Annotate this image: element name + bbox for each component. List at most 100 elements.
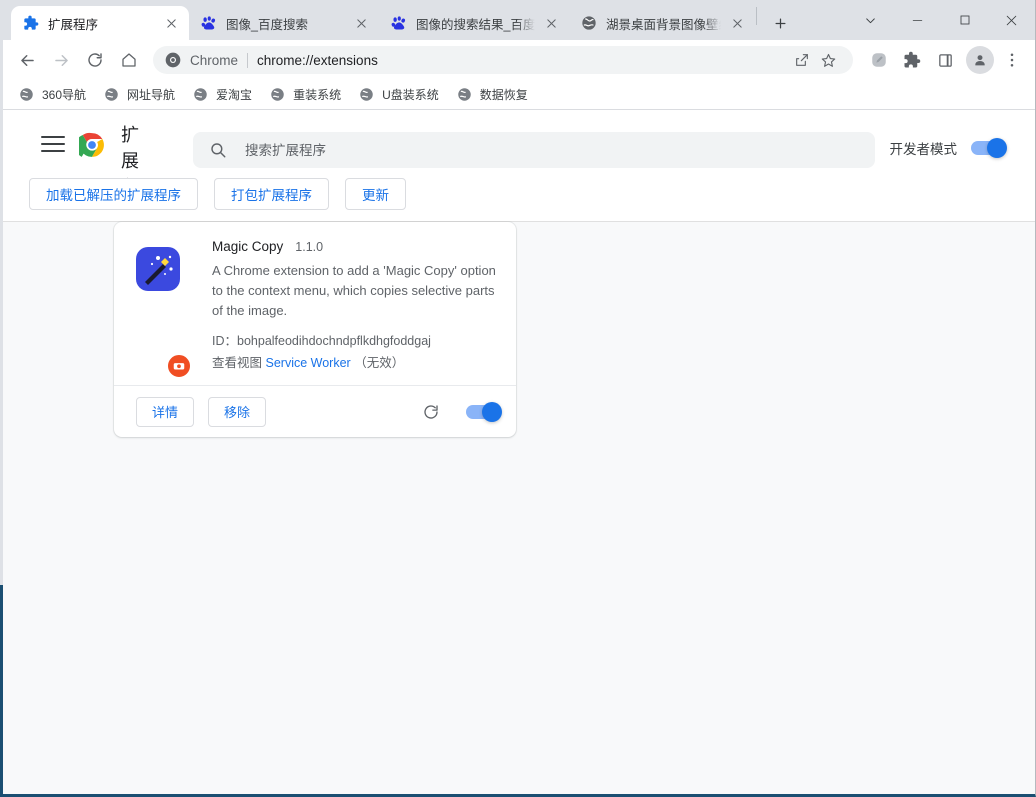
frame-left-mask [0, 0, 3, 585]
globe-icon [457, 87, 473, 103]
extension-card-footer-right [418, 399, 502, 425]
highlighter-icon[interactable] [864, 45, 894, 75]
address-bar[interactable]: Chrome chrome://extensions [153, 46, 853, 74]
extension-id: ID：bohpalfeodihdochndpflkdhgfoddgaj [212, 330, 500, 349]
developer-mode-toggle[interactable] [971, 138, 1007, 158]
browser-window: 扩展程序 图像_百度搜索 图像的搜索结果_百度 湖景桌面背景图像壁 Chrome… [0, 0, 1036, 797]
bookmarks-bar: 360导航 网址导航 爱淘宝 重装系统 U盘装系统 数据恢复 [3, 80, 1035, 110]
extension-card-main: Magic Copy 1.1.0 A Chrome extension to a… [114, 222, 516, 385]
close-window-button[interactable] [988, 0, 1035, 40]
magic-wand-icon [136, 247, 180, 291]
extension-name: Magic Copy [212, 239, 284, 254]
globe-icon [270, 87, 286, 103]
three-dot-menu-icon[interactable] [997, 45, 1027, 75]
share-icon[interactable] [789, 47, 815, 73]
bookmark-label: 爱淘宝 [216, 88, 253, 102]
omnibox-brand: Chrome [190, 52, 239, 68]
extension-version: 1.1.0 [295, 240, 324, 254]
star-icon[interactable] [815, 47, 841, 73]
extension-enabled-toggle[interactable] [466, 401, 502, 422]
hamburger-menu-icon[interactable] [41, 124, 65, 164]
search-extensions-box[interactable] [193, 132, 875, 168]
omnibox-actions [789, 47, 841, 73]
close-icon[interactable] [541, 13, 561, 33]
inspect-views-label: 查看视图 [212, 356, 263, 370]
globe-icon [19, 87, 35, 103]
home-icon[interactable] [113, 44, 145, 76]
tab-baidu-image-search[interactable]: 图像_百度搜索 [189, 6, 379, 40]
load-unpacked-button[interactable]: 加载已解压的扩展程序 [29, 177, 198, 210]
remove-button[interactable]: 移除 [208, 396, 267, 427]
developer-mode-control: 开发者模式 [890, 138, 1020, 158]
bookmark-item[interactable]: 重装系统 [262, 83, 349, 107]
tab-label: 图像_百度搜索 [226, 17, 308, 32]
window-controls [847, 0, 1035, 40]
extensions-puzzle-icon[interactable] [897, 45, 927, 75]
details-button[interactable]: 详情 [136, 396, 195, 427]
close-icon[interactable] [727, 13, 747, 33]
omnibox-url: chrome://extensions [257, 52, 378, 68]
extensions-header: 扩展程序 开发者模式 [3, 110, 1035, 178]
bookmark-label: 数据恢复 [479, 88, 528, 102]
reload-icon[interactable] [418, 399, 444, 425]
globe-icon [581, 15, 597, 31]
bookmark-item[interactable]: 网址导航 [96, 83, 183, 107]
profile-avatar[interactable] [966, 46, 994, 74]
tab-label: 图像的搜索结果_百度图片 [416, 17, 535, 32]
extensions-page: 扩展程序 开发者模式 加载已解压的扩展程序 打包扩展程序 更新 [3, 110, 1035, 794]
baidu-icon [391, 15, 407, 31]
extensions-action-bar: 加载已解压的扩展程序 打包扩展程序 更新 [3, 166, 1035, 222]
extension-card-text: Magic Copy 1.1.0 A Chrome extension to a… [212, 239, 500, 371]
forward-arrow-icon[interactable] [45, 44, 77, 76]
tab-label: 湖景桌面背景图像壁纸8... [606, 17, 721, 32]
extension-id-label: ID： [212, 334, 238, 348]
bookmark-item[interactable]: 爱淘宝 [185, 83, 260, 107]
tab-label: 扩展程序 [48, 17, 99, 32]
bookmark-label: 重装系统 [293, 88, 342, 102]
close-icon[interactable] [351, 13, 371, 33]
service-worker-link[interactable]: Service Worker [266, 356, 351, 370]
extension-card-magic-copy: Magic Copy 1.1.0 A Chrome extension to a… [114, 222, 516, 437]
extension-icon-wrap [136, 247, 192, 379]
side-panel-icon[interactable] [930, 45, 960, 75]
minimize-button[interactable] [894, 0, 941, 40]
pack-extension-button[interactable]: 打包扩展程序 [214, 177, 329, 210]
new-tab-button[interactable] [766, 9, 794, 37]
back-arrow-icon[interactable] [11, 44, 43, 76]
bookmark-label: U盘装系统 [382, 88, 439, 102]
extension-description: A Chrome extension to add a 'Magic Copy'… [212, 263, 496, 318]
bookmark-item[interactable]: 360导航 [11, 83, 94, 107]
page-title: 扩展程序 [121, 125, 139, 178]
maximize-button[interactable] [941, 0, 988, 40]
globe-icon [359, 87, 375, 103]
search-icon [209, 141, 227, 159]
tab-strip: 扩展程序 图像_百度搜索 图像的搜索结果_百度 湖景桌面背景图像壁 [3, 0, 1035, 40]
developer-mode-label: 开发者模式 [889, 142, 958, 157]
extension-views: 查看视图 Service Worker （无效） [212, 352, 500, 371]
reload-icon[interactable] [79, 44, 111, 76]
tab-search-button[interactable] [847, 0, 894, 40]
tab-extensions[interactable]: 扩展程序 [11, 6, 189, 40]
extension-card-footer: 详情 移除 [114, 385, 516, 437]
chrome-logo [75, 132, 105, 158]
puzzle-icon [23, 15, 39, 31]
service-worker-status: （无效） [354, 356, 405, 370]
globe-icon [104, 87, 120, 103]
extension-name-row: Magic Copy 1.1.0 [212, 239, 500, 254]
bookmark-label: 360导航 [42, 88, 87, 102]
omnibox-divider [247, 52, 249, 68]
baidu-icon [201, 15, 217, 31]
extension-id-value: bohpalfeodihdochndpflkdhgfoddgaj [237, 334, 431, 348]
bookmark-item[interactable]: U盘装系统 [351, 83, 447, 107]
bookmark-label: 网址导航 [127, 88, 176, 102]
close-icon[interactable] [161, 13, 181, 33]
search-input[interactable] [245, 142, 859, 158]
browser-toolbar: Chrome chrome://extensions [3, 40, 1035, 80]
update-button[interactable]: 更新 [345, 177, 406, 210]
tab-wallpaper[interactable]: 湖景桌面背景图像壁纸8... [569, 6, 755, 40]
tab-separator [756, 7, 757, 25]
bookmark-item[interactable]: 数据恢复 [449, 83, 536, 107]
camera-badge-icon [166, 353, 192, 379]
chrome-logo-icon [165, 52, 181, 68]
tab-baidu-image-results[interactable]: 图像的搜索结果_百度图片 [379, 6, 569, 40]
